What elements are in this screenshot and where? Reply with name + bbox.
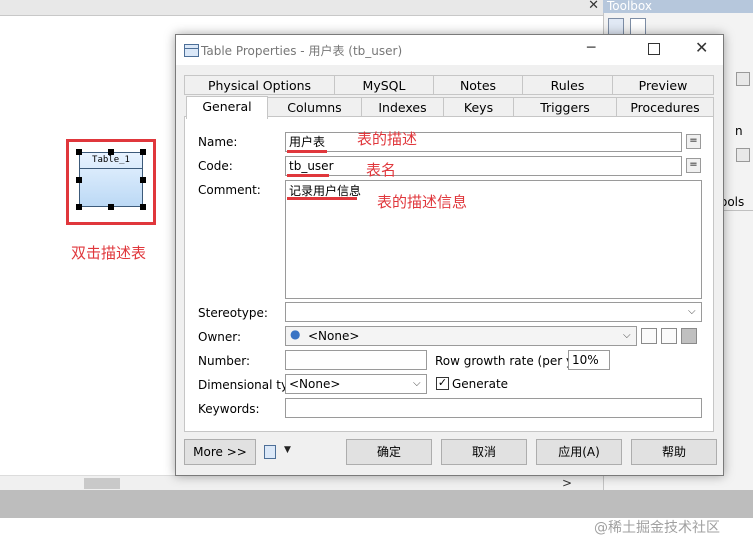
name-label: Name: bbox=[198, 135, 238, 149]
stereotype-select[interactable] bbox=[285, 302, 702, 322]
table-symbol[interactable]: Table_1 bbox=[79, 152, 143, 207]
more-button[interactable]: More >> bbox=[184, 439, 256, 465]
toolbox-tool-icon[interactable] bbox=[736, 148, 750, 162]
tab-preview[interactable]: Preview bbox=[612, 75, 714, 95]
document-menu-icon[interactable] bbox=[264, 445, 276, 459]
tab-columns[interactable]: Columns bbox=[267, 97, 362, 117]
annotation-underline bbox=[287, 174, 329, 177]
app-top-bar: ✕ bbox=[0, 0, 603, 16]
comment-label: Comment: bbox=[198, 183, 261, 197]
toolbox-tool-icon[interactable] bbox=[736, 72, 750, 86]
generate-label: Generate bbox=[452, 377, 509, 391]
tab-notes[interactable]: Notes bbox=[433, 75, 523, 95]
general-tab-panel: Name: 用户表 表的描述 = Code: tb_user 表名 = Comm… bbox=[184, 116, 714, 432]
stereotype-label: Stereotype: bbox=[198, 306, 268, 320]
number-field[interactable] bbox=[285, 350, 427, 370]
keywords-label: Keywords: bbox=[198, 402, 260, 416]
dialog-title: Table Properties - 用户表 (tb_user) bbox=[201, 44, 403, 58]
annotation-double-click: 双击描述表 bbox=[71, 244, 147, 262]
tab-physical-options[interactable]: Physical Options bbox=[184, 75, 335, 95]
code-label: Code: bbox=[198, 159, 233, 173]
row-growth-field[interactable]: 10% bbox=[568, 350, 610, 370]
toolbox-title: Toolbox bbox=[603, 0, 753, 13]
chevron-down-icon[interactable]: ⌵ bbox=[688, 306, 696, 317]
tab-keys[interactable]: Keys bbox=[443, 97, 514, 117]
app-close-icon[interactable]: ✕ bbox=[588, 0, 599, 13]
status-bar bbox=[0, 490, 753, 518]
owner-select[interactable]: <None> bbox=[285, 326, 637, 346]
select-owner-icon[interactable] bbox=[661, 328, 677, 344]
keywords-field[interactable] bbox=[285, 398, 702, 418]
annotation-comment-note: 表的描述信息 bbox=[377, 193, 468, 211]
dimensional-type-select[interactable]: <None> bbox=[285, 374, 427, 394]
annotation-code-note: 表名 bbox=[366, 161, 397, 179]
watermark: @稀土掘金技术社区 bbox=[594, 520, 720, 536]
chevron-down-icon[interactable]: ⌵ bbox=[413, 378, 421, 389]
chevron-down-icon[interactable]: ⌵ bbox=[623, 330, 631, 341]
tab-general[interactable]: General bbox=[186, 96, 268, 119]
cancel-button[interactable]: 取消 bbox=[441, 439, 527, 465]
tab-indexes[interactable]: Indexes bbox=[361, 97, 444, 117]
code-sync-button[interactable]: = bbox=[686, 158, 701, 173]
dialog-title-bar[interactable]: Table Properties - 用户表 (tb_user) ─ ✕ bbox=[176, 35, 723, 65]
chevron-down-icon[interactable]: ▼ bbox=[284, 445, 291, 455]
selection-handle[interactable] bbox=[76, 149, 82, 155]
apply-button[interactable]: 应用(A) bbox=[536, 439, 622, 465]
selection-handle[interactable] bbox=[108, 204, 114, 210]
tab-procedures[interactable]: Procedures bbox=[616, 97, 714, 117]
horizontal-scrollbar[interactable]: > bbox=[0, 475, 603, 491]
selection-handle[interactable] bbox=[108, 149, 114, 155]
number-label: Number: bbox=[198, 354, 251, 368]
tab-rules[interactable]: Rules bbox=[522, 75, 613, 95]
toolbox-label-fragment: n bbox=[735, 124, 743, 138]
tab-mysql[interactable]: MySQL bbox=[334, 75, 434, 95]
ok-button[interactable]: 确定 bbox=[346, 439, 432, 465]
owner-label: Owner: bbox=[198, 330, 242, 344]
selection-handle[interactable] bbox=[140, 177, 146, 183]
annotation-underline bbox=[287, 197, 357, 200]
name-field[interactable]: 用户表 bbox=[285, 132, 682, 152]
code-field[interactable]: tb_user bbox=[285, 156, 682, 176]
table-properties-dialog: Table Properties - 用户表 (tb_user) ─ ✕ Phy… bbox=[175, 34, 724, 476]
annotation-underline bbox=[287, 150, 327, 153]
name-code-sync-button[interactable]: = bbox=[686, 134, 701, 149]
scrollbar-thumb[interactable] bbox=[84, 478, 120, 489]
selection-handle[interactable] bbox=[76, 177, 82, 183]
selection-handle[interactable] bbox=[76, 204, 82, 210]
table-icon bbox=[184, 44, 199, 57]
generate-checkbox[interactable]: ✓ bbox=[436, 377, 449, 390]
tab-triggers[interactable]: Triggers bbox=[513, 97, 617, 117]
table-symbol-name: Table_1 bbox=[80, 153, 142, 169]
annotation-name-note: 表的描述 bbox=[357, 130, 418, 148]
selection-handle[interactable] bbox=[140, 204, 146, 210]
help-button[interactable]: 帮助 bbox=[631, 439, 717, 465]
maximize-icon[interactable] bbox=[648, 43, 660, 55]
user-icon: ● bbox=[290, 327, 301, 341]
minimize-icon[interactable]: ─ bbox=[587, 40, 595, 56]
owner-properties-icon[interactable] bbox=[681, 328, 697, 344]
scroll-right-icon[interactable]: > bbox=[562, 476, 572, 490]
selection-handle[interactable] bbox=[140, 149, 146, 155]
close-icon[interactable]: ✕ bbox=[695, 38, 708, 57]
create-owner-icon[interactable] bbox=[641, 328, 657, 344]
